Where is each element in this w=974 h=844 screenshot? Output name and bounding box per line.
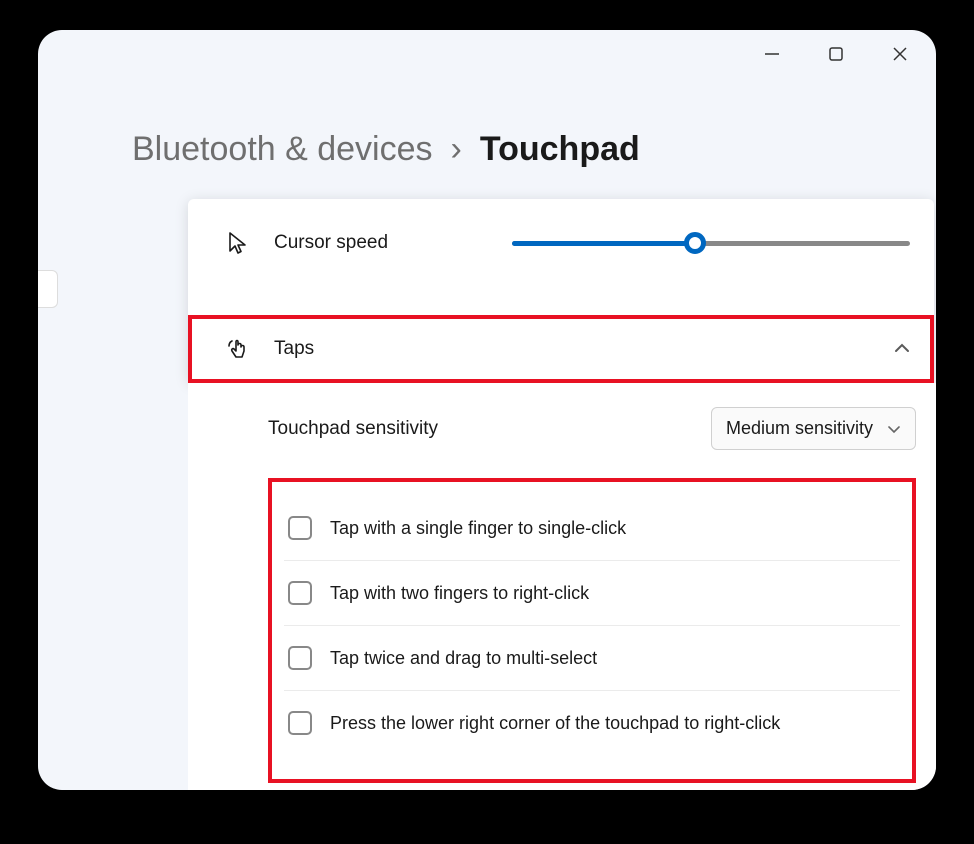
option-two-finger-tap[interactable]: Tap with two fingers to right-click xyxy=(284,561,900,626)
sensitivity-label: Touchpad sensitivity xyxy=(268,418,438,440)
tap-icon xyxy=(224,335,252,363)
checkbox[interactable] xyxy=(288,711,312,735)
cursor-speed-slider[interactable] xyxy=(512,233,910,253)
cursor-speed-row: Cursor speed xyxy=(188,199,934,295)
option-label: Press the lower right corner of the touc… xyxy=(330,713,780,734)
taps-expander[interactable]: Taps xyxy=(188,315,934,383)
taps-label: Taps xyxy=(274,338,314,360)
option-single-tap[interactable]: Tap with a single finger to single-click xyxy=(284,496,900,561)
slider-thumb[interactable] xyxy=(684,232,706,254)
chevron-up-icon xyxy=(894,340,910,358)
settings-window: Bluetooth & devices › Touchpad Cursor sp… xyxy=(38,30,936,790)
checkbox[interactable] xyxy=(288,646,312,670)
option-label: Tap with two fingers to right-click xyxy=(330,583,589,604)
taps-sub-panel: Touchpad sensitivity Medium sensitivity … xyxy=(188,383,936,790)
sensitivity-dropdown[interactable]: Medium sensitivity xyxy=(711,407,916,450)
chevron-down-icon xyxy=(887,421,901,437)
content-area: Cursor speed Taps xyxy=(78,199,936,790)
tap-options-panel: Tap with a single finger to single-click… xyxy=(268,478,916,783)
minimize-button[interactable] xyxy=(760,42,784,66)
cursor-speed-label: Cursor speed xyxy=(274,232,388,254)
sensitivity-row: Touchpad sensitivity Medium sensitivity xyxy=(268,399,916,474)
window-controls xyxy=(760,42,912,66)
cursor-icon xyxy=(224,229,252,257)
settings-card: Cursor speed Taps xyxy=(188,199,934,383)
close-button[interactable] xyxy=(888,42,912,66)
option-label: Tap with a single finger to single-click xyxy=(330,518,626,539)
maximize-button[interactable] xyxy=(824,42,848,66)
breadcrumb-current: Touchpad xyxy=(480,130,640,169)
sensitivity-value: Medium sensitivity xyxy=(726,418,873,439)
option-corner-click[interactable]: Press the lower right corner of the touc… xyxy=(284,691,900,755)
checkbox[interactable] xyxy=(288,516,312,540)
option-tap-drag[interactable]: Tap twice and drag to multi-select xyxy=(284,626,900,691)
breadcrumb-parent[interactable]: Bluetooth & devices xyxy=(132,130,433,169)
side-stub xyxy=(38,270,58,308)
option-label: Tap twice and drag to multi-select xyxy=(330,648,597,669)
checkbox[interactable] xyxy=(288,581,312,605)
chevron-right-icon: › xyxy=(451,130,462,169)
